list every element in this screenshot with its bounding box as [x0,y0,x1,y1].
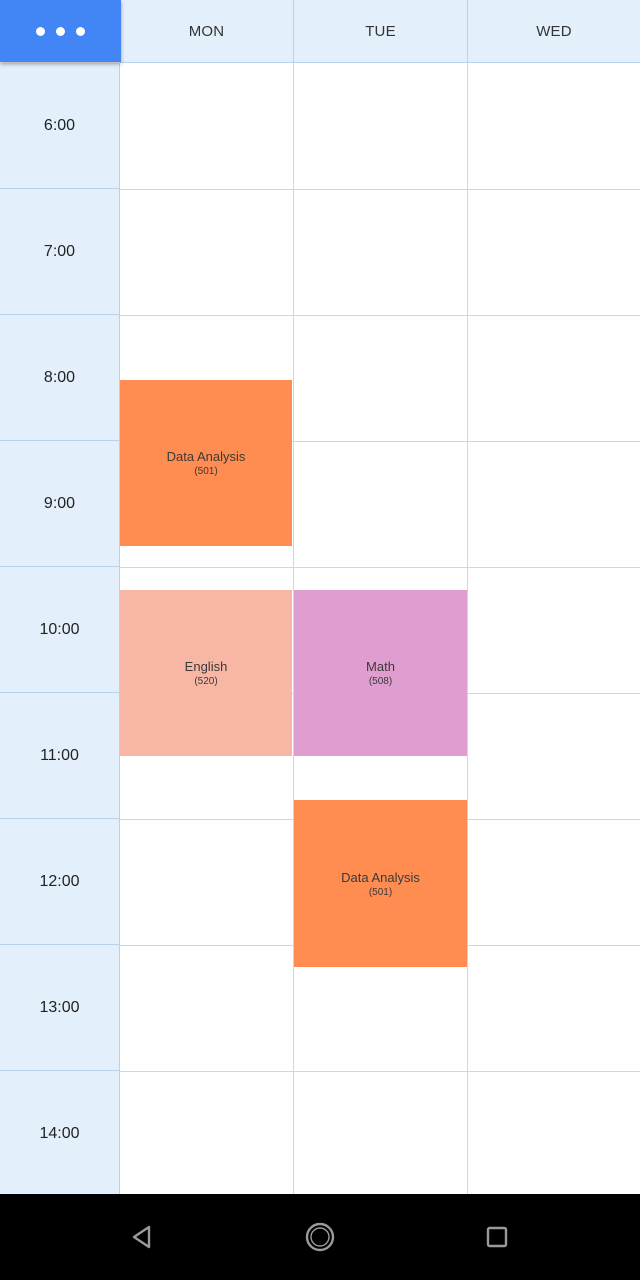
more-dot [76,26,85,36]
time-label: 7:00 [0,189,119,315]
class-block-english-mon[interactable]: English (520) [120,590,292,756]
class-block-data-analysis-tue[interactable]: Data Analysis (501) [294,800,467,967]
circle-home-icon [305,1222,335,1252]
menu-button[interactable] [0,0,121,62]
class-room: (501) [368,886,393,898]
class-name: Math [366,659,395,674]
time-label: 10:00 [0,567,119,693]
grid-line [120,1071,640,1072]
class-name: Data Analysis [166,449,246,464]
grid-line [467,63,468,1194]
time-label: 13:00 [0,945,119,1071]
more-dot [56,26,65,36]
navigation-bar [0,1194,640,1280]
time-label: 14:00 [0,1071,119,1194]
class-name: English [184,659,228,674]
more-horizontal-icon [36,26,45,36]
time-label: 9:00 [0,441,119,567]
day-header-wed: WED [468,0,640,63]
class-name: Data Analysis [341,869,420,885]
class-block-math-tue[interactable]: Math (508) [294,590,467,756]
timetable-app: MON TUE WED 6:00 7:00 8:00 9:00 10:00 11… [0,0,640,1194]
recents-button[interactable] [474,1214,520,1260]
schedule-grid[interactable]: Data Analysis (501) English (520) Math (… [120,63,640,1194]
back-button[interactable] [119,1214,165,1260]
class-room: (520) [194,676,218,687]
time-label: 8:00 [0,315,119,441]
day-header-tue: TUE [294,0,468,63]
class-room: (508) [368,676,393,687]
class-room: (501) [194,466,218,477]
grid-line [120,315,640,316]
time-column: 6:00 7:00 8:00 9:00 10:00 11:00 12:00 13… [0,63,120,1194]
time-label: 11:00 [0,693,119,819]
class-block-data-analysis-mon[interactable]: Data Analysis (501) [120,380,292,546]
day-header-mon: MON [120,0,294,63]
time-label: 12:00 [0,819,119,945]
home-button[interactable] [297,1214,343,1260]
triangle-back-icon [132,1225,151,1249]
time-label: 6:00 [0,63,119,189]
grid-line [120,567,640,568]
grid-line [120,189,640,190]
square-recents-icon [486,1226,508,1248]
